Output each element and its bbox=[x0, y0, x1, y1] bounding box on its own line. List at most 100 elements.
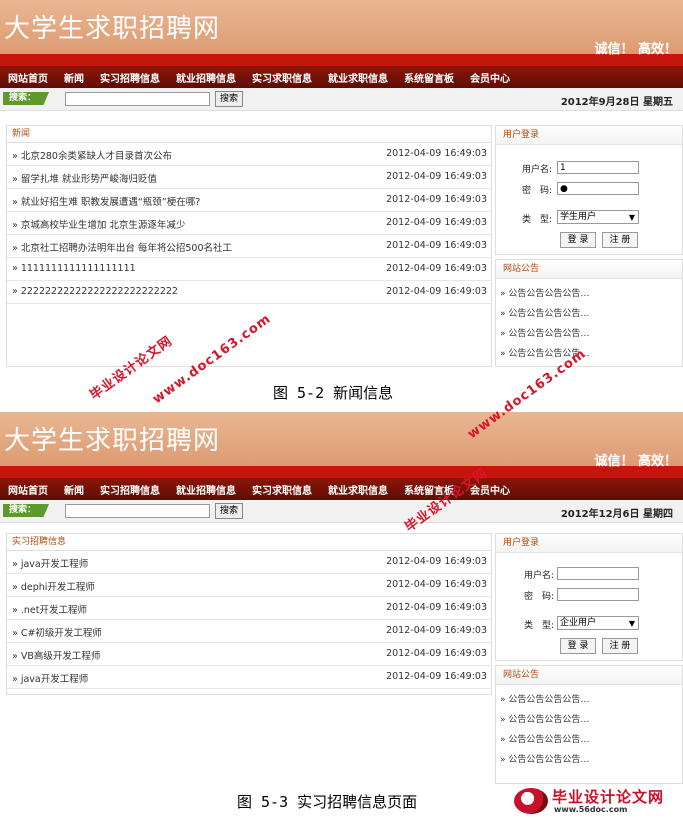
user-type-select[interactable]: 企业用户 ▼ bbox=[557, 616, 639, 630]
site-header: 大学生求职招聘网 诚信！ 高效！ bbox=[0, 412, 683, 469]
nav-job-recruit[interactable]: 就业招聘信息 bbox=[168, 482, 244, 497]
current-date: 2012年12月6日 星期四 bbox=[560, 509, 673, 520]
user-type-value: 学生用户 bbox=[560, 212, 597, 222]
main-nav: 网站首页 新闻 实习招聘信息 就业招聘信息 实习求职信息 就业求职信息 系统留言… bbox=[0, 66, 683, 88]
main-nav: 网站首页 新闻 实习招聘信息 就业招聘信息 实习求职信息 就业求职信息 系统留言… bbox=[0, 478, 683, 500]
table-row[interactable]: » dephi开发工程师 2012-04-09 16:49:03 bbox=[7, 574, 491, 597]
site-title: 大学生求职招聘网 bbox=[4, 14, 221, 44]
nav-job-recruit[interactable]: 就业招聘信息 bbox=[168, 70, 244, 85]
row-title[interactable]: » 北京280余类紧缺人才目录首次公布 bbox=[12, 148, 172, 162]
row-title[interactable]: » VB高级开发工程师 bbox=[12, 648, 100, 662]
caption-figure-5-3: 图 5-3 实习招聘信息页面 bbox=[237, 793, 418, 811]
row-date: 2012-04-09 16:49:03 bbox=[386, 286, 487, 297]
header-red-bar bbox=[0, 54, 683, 66]
row-date: 2012-04-09 16:49:03 bbox=[386, 240, 487, 251]
username-field[interactable]: 1 bbox=[557, 161, 639, 174]
row-date: 2012-04-09 16:49:03 bbox=[386, 171, 487, 182]
row-title[interactable]: » java开发工程师 bbox=[12, 556, 88, 570]
table-row[interactable]: » 京城高校毕业生增加 北京生源逐年减少 2012-04-09 16:49:03 bbox=[7, 212, 491, 235]
list-item[interactable]: » 公告公告公告公告… bbox=[496, 750, 682, 770]
row-title[interactable]: » 22222222222222222222222222 bbox=[12, 286, 178, 297]
list-item[interactable]: » 公告公告公告公告… bbox=[496, 324, 682, 344]
row-date: 2012-04-09 16:49:03 bbox=[386, 556, 487, 567]
row-date: 2012-04-09 16:49:03 bbox=[386, 217, 487, 228]
row-title[interactable]: » 1111111111111111111 bbox=[12, 263, 136, 274]
table-row[interactable]: » VB高级开发工程师 2012-04-09 16:49:03 bbox=[7, 643, 491, 666]
site-logo: 毕业设计论文网 www.56doc.com bbox=[514, 786, 679, 818]
nav-job-seek[interactable]: 就业求职信息 bbox=[320, 70, 396, 85]
row-title[interactable]: » 京城高校毕业生增加 北京生源逐年减少 bbox=[12, 217, 185, 231]
table-row[interactable]: » .net开发工程师 2012-04-09 16:49:03 bbox=[7, 597, 491, 620]
login-box: 用户登录 用户名: 1 密 码: ● 类 型: 学生用户 ▼ 登 录 注 册 bbox=[495, 125, 683, 255]
user-type-select[interactable]: 学生用户 ▼ bbox=[557, 210, 639, 224]
nav-news[interactable]: 新闻 bbox=[56, 482, 92, 497]
list-item[interactable]: » 公告公告公告公告… bbox=[496, 284, 682, 304]
screenshot-intern-recruit: 大学生求职招聘网 诚信！ 高效！ 网站首页 新闻 实习招聘信息 就业招聘信息 实… bbox=[0, 412, 683, 784]
nav-home[interactable]: 网站首页 bbox=[0, 70, 56, 85]
row-title[interactable]: » dephi开发工程师 bbox=[12, 579, 95, 593]
username-field[interactable] bbox=[557, 567, 639, 580]
password-field[interactable]: ● bbox=[557, 182, 639, 195]
table-row[interactable]: » java开发工程师 2012-04-09 16:49:03 bbox=[7, 551, 491, 574]
search-input[interactable] bbox=[65, 504, 210, 518]
notice-title: 网站公告 bbox=[496, 260, 682, 279]
notice-box: 网站公告 » 公告公告公告公告… » 公告公告公告公告… » 公告公告公告公告…… bbox=[495, 665, 683, 784]
table-row[interactable]: » 1111111111111111111 2012-04-09 16:49:03 bbox=[7, 258, 491, 281]
table-row[interactable]: » 留学扎堆 就业形势严峻海归贬值 2012-04-09 16:49:03 bbox=[7, 166, 491, 189]
intern-recruit-panel: 实习招聘信息 » java开发工程师 2012-04-09 16:49:03 » … bbox=[6, 533, 492, 695]
panel-title: 新闻 bbox=[7, 126, 491, 143]
notice-title: 网站公告 bbox=[496, 666, 682, 685]
row-title[interactable]: » 北京社工招聘办法明年出台 每年将公招500名社工 bbox=[12, 240, 232, 254]
search-input[interactable] bbox=[65, 92, 210, 106]
password-label: 密 码: bbox=[524, 592, 555, 602]
username-label: 用户名: bbox=[522, 165, 553, 175]
login-box: 用户登录 用户名: 密 码: 类 型: 企业用户 ▼ 登 录 注 册 bbox=[495, 533, 683, 661]
login-button[interactable]: 登 录 bbox=[560, 232, 596, 248]
nav-home[interactable]: 网站首页 bbox=[0, 482, 56, 497]
search-button[interactable]: 搜索 bbox=[215, 503, 243, 519]
nav-intern-seek[interactable]: 实习求职信息 bbox=[244, 70, 320, 85]
register-button[interactable]: 注 册 bbox=[602, 232, 638, 248]
nav-intern-recruit[interactable]: 实习招聘信息 bbox=[92, 70, 168, 85]
list-item[interactable]: » 公告公告公告公告… bbox=[496, 304, 682, 324]
site-slogan: 诚信！ 高效！ bbox=[594, 42, 677, 57]
row-title[interactable]: » .net开发工程师 bbox=[12, 602, 87, 616]
current-date: 2012年9月28日 星期五 bbox=[560, 97, 673, 108]
table-row[interactable]: » 22222222222222222222222222 2012-04-09 1… bbox=[7, 281, 491, 304]
table-row[interactable]: » C#初级开发工程师 2012-04-09 16:49:03 bbox=[7, 620, 491, 643]
login-title: 用户登录 bbox=[496, 126, 682, 145]
table-row[interactable]: » 北京280余类紧缺人才目录首次公布 2012-04-09 16:49:03 bbox=[7, 143, 491, 166]
table-row[interactable]: » java开发工程师 2012-04-09 16:49:03 bbox=[7, 666, 491, 689]
password-field[interactable] bbox=[557, 588, 639, 601]
row-title[interactable]: » C#初级开发工程师 bbox=[12, 625, 102, 639]
list-item[interactable]: » 公告公告公告公告… bbox=[496, 710, 682, 730]
nav-news[interactable]: 新闻 bbox=[56, 70, 92, 85]
password-label: 密 码: bbox=[522, 186, 553, 196]
search-label: 搜索： bbox=[3, 92, 49, 105]
row-title[interactable]: » 留学扎堆 就业形势严峻海归贬值 bbox=[12, 171, 157, 185]
search-button[interactable]: 搜索 bbox=[215, 91, 243, 107]
login-button[interactable]: 登 录 bbox=[560, 638, 596, 654]
row-title[interactable]: » java开发工程师 bbox=[12, 671, 88, 685]
logo-disk-icon bbox=[514, 788, 548, 814]
list-item[interactable]: » 公告公告公告公告… bbox=[496, 690, 682, 710]
table-row[interactable]: » 北京社工招聘办法明年出台 每年将公招500名社工 2012-04-09 16:… bbox=[7, 235, 491, 258]
row-date: 2012-04-09 16:49:03 bbox=[386, 194, 487, 205]
site-title: 大学生求职招聘网 bbox=[4, 426, 221, 456]
nav-intern-seek[interactable]: 实习求职信息 bbox=[244, 482, 320, 497]
nav-job-seek[interactable]: 就业求职信息 bbox=[320, 482, 396, 497]
list-item[interactable]: » 公告公告公告公告… bbox=[496, 730, 682, 750]
logo-name: 毕业设计论文网 bbox=[552, 788, 665, 806]
nav-member-center[interactable]: 会员中心 bbox=[462, 70, 518, 85]
user-type-label: 类 型: bbox=[524, 621, 555, 631]
site-slogan: 诚信！ 高效！ bbox=[594, 454, 677, 469]
panel-title: 实习招聘信息 bbox=[7, 534, 491, 551]
table-row[interactable]: » 就业好招生难 职教发展遭遇“瓶颈”梗在哪? 2012-04-09 16:49:… bbox=[7, 189, 491, 212]
chevron-down-icon: ▼ bbox=[628, 619, 635, 628]
row-title[interactable]: » 就业好招生难 职教发展遭遇“瓶颈”梗在哪? bbox=[12, 194, 200, 208]
nav-intern-recruit[interactable]: 实习招聘信息 bbox=[92, 482, 168, 497]
row-date: 2012-04-09 16:49:03 bbox=[386, 602, 487, 613]
list-item[interactable]: » 公告公告公告公告… bbox=[496, 344, 682, 364]
register-button[interactable]: 注 册 bbox=[602, 638, 638, 654]
nav-guestbook[interactable]: 系统留言板 bbox=[396, 70, 462, 85]
